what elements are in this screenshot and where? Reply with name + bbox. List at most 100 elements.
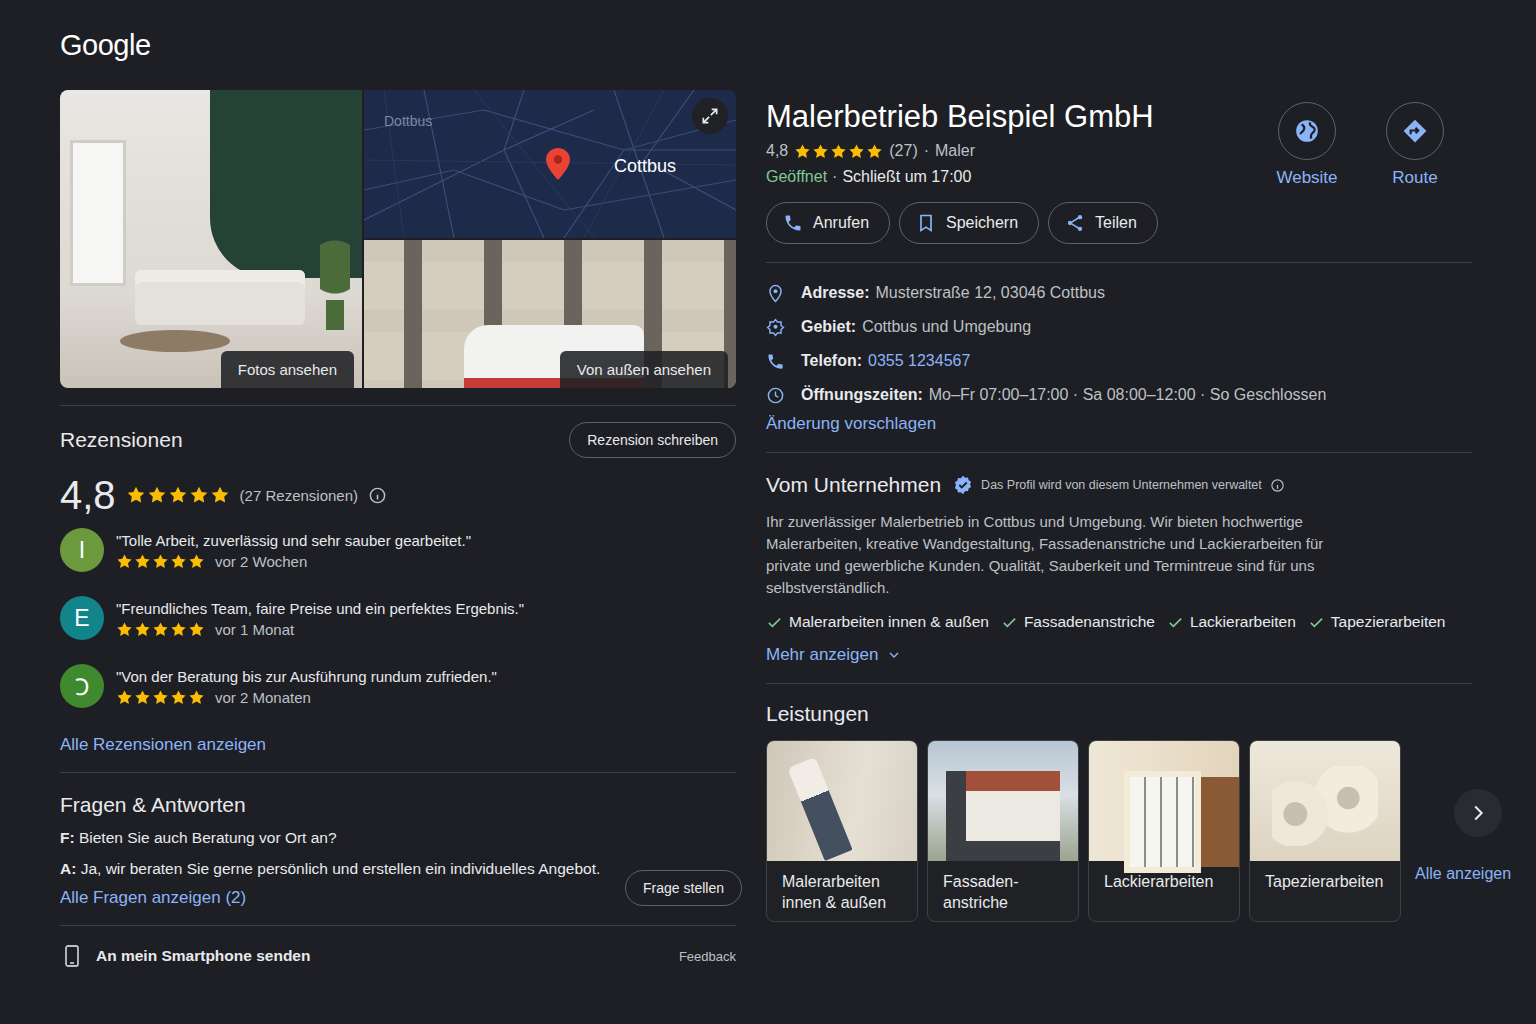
main: Fotos ansehen DottbusCottbus Von außen ans… — [0, 62, 1536, 968]
map-label: Dottbus — [384, 113, 432, 129]
star-icon — [170, 621, 187, 638]
info-row: Gebiet: Cottbus und Umgebung — [766, 310, 1510, 344]
star-icon — [147, 485, 167, 505]
review-meta: vor 2 Monaten — [116, 689, 497, 706]
business-profile-page: Google Fotos ansehen DottbusCottbus Von auß… — [0, 0, 1536, 1024]
review-text: "Freundliches Team, faire Preise und ein… — [116, 599, 524, 619]
star-icon — [189, 485, 209, 505]
map-canvas: DottbusCottbus — [364, 90, 736, 238]
star-icon — [188, 621, 205, 638]
write-review-button[interactable]: Rezension schreiben — [569, 422, 736, 458]
verified-note: Das Profil wird von diesem Unternehmen v… — [981, 478, 1262, 492]
show-more-label: Mehr anzeigen — [766, 645, 878, 665]
left-column: Fotos ansehen DottbusCottbus Von außen ans… — [60, 90, 736, 968]
action-button[interactable]: Speichern — [899, 202, 1039, 244]
expand-icon — [700, 106, 720, 126]
star-icon — [134, 621, 151, 638]
service-cards: Malerarbeiten innen & außenFassaden-anst… — [766, 740, 1401, 922]
star-icon — [116, 621, 133, 638]
interior-photo[interactable]: Fotos ansehen — [60, 90, 362, 388]
services-row: Malerarbeiten innen & außenFassaden-anst… — [766, 740, 1510, 922]
open-status: Geöffnet — [766, 168, 827, 185]
info-row: Telefon: 0355 1234567 — [766, 344, 1510, 378]
star-icon — [188, 689, 205, 706]
all-questions-link[interactable]: Alle Fragen anzeigen (2) — [60, 888, 246, 908]
review-time: vor 2 Wochen — [215, 553, 307, 570]
star-icon — [116, 689, 133, 706]
table — [120, 330, 230, 352]
feature-item: Lackierarbeiten — [1167, 613, 1296, 631]
phone-icon — [783, 213, 803, 233]
review-stars — [116, 621, 205, 638]
feature-label: Malerarbeiten innen & außen — [789, 613, 989, 631]
quick-action-circle — [1278, 102, 1336, 160]
street-photo[interactable]: Von außen ansehen — [364, 240, 736, 388]
info-label: Telefon: — [801, 352, 862, 370]
divider — [60, 405, 736, 406]
feature-label: Lackierarbeiten — [1190, 613, 1296, 631]
divider — [766, 262, 1472, 263]
review-time: vor 2 Monaten — [215, 689, 311, 706]
service-image-detail — [946, 771, 1060, 861]
star-icon — [188, 553, 205, 570]
review-meta: vor 1 Monat — [116, 621, 524, 638]
closing-time: Schließt um 17:00 — [842, 168, 971, 185]
ask-question-button[interactable]: Frage stellen — [625, 870, 742, 906]
map-pin-icon[interactable] — [546, 148, 570, 180]
reviewer-avatar: E — [60, 596, 104, 640]
review-stars — [116, 553, 205, 570]
review-item[interactable]: Ↄ"Von der Beratung bis zur Ausführung ru… — [60, 664, 736, 708]
service-card[interactable]: Tapezierarbeiten — [1249, 740, 1401, 922]
review-item[interactable]: E "Freundliches Team, faire Preise und ei… — [60, 596, 736, 640]
rating-stars — [126, 485, 230, 505]
service-label: Tapezierarbeiten — [1250, 861, 1400, 900]
google-logo[interactable]: Google — [60, 28, 151, 62]
all-reviews-link[interactable]: Alle Rezensionen anzeigen — [60, 735, 266, 755]
rating-summary: 4,8(27 Rezensionen) — [60, 472, 736, 518]
reviews-header: RezensionenRezension schreiben — [60, 422, 736, 458]
review-item[interactable]: I"Tolle Arbeit, zuverlässig und sehr sau… — [60, 528, 736, 572]
star-icon — [134, 553, 151, 570]
send-to-phone[interactable]: An mein Smartphone senden — [60, 944, 310, 968]
action-button[interactable]: Anrufen — [766, 202, 890, 244]
qa-section: Fragen & AntwortenF: Bieten Sie auch Ber… — [60, 791, 736, 908]
chevron-right-icon — [1467, 802, 1489, 824]
star-icon — [152, 553, 169, 570]
expand-map-button[interactable] — [692, 98, 728, 134]
service-image — [767, 741, 917, 861]
sofa — [135, 270, 305, 325]
action-button[interactable]: Teilen — [1048, 202, 1158, 244]
quick-action[interactable]: Website — [1276, 102, 1338, 188]
rating-value: 4,8 — [766, 142, 788, 160]
service-card[interactable]: Fassaden-anstriche — [927, 740, 1079, 922]
feedback-link[interactable]: Feedback — [679, 949, 736, 964]
service-image-detail — [1124, 771, 1201, 873]
map[interactable]: DottbusCottbus — [364, 90, 736, 238]
show-more-link[interactable]: Mehr anzeigen — [766, 645, 902, 665]
category: Maler — [935, 142, 975, 160]
outside-view-button[interactable]: Von außen ansehen — [560, 351, 728, 388]
next-button[interactable] — [1454, 789, 1502, 837]
star-icon — [848, 143, 865, 160]
info-label: Gebiet: — [801, 318, 856, 336]
quick-action[interactable]: Route — [1384, 102, 1446, 188]
feature-item: Malerarbeiten innen & außen — [766, 613, 989, 631]
action-label: Anrufen — [813, 214, 869, 232]
info-label: Öffnungszeiten: — [801, 386, 923, 404]
action-label: Speichern — [946, 214, 1018, 232]
about-title: Vom Unternehmen — [766, 471, 941, 499]
photos-button[interactable]: Fotos ansehen — [221, 351, 354, 388]
info-icon[interactable] — [1270, 478, 1285, 493]
globe-icon — [1294, 118, 1320, 144]
info-value: Cottbus und Umgebung — [862, 318, 1031, 336]
review-text: "Tolle Arbeit, zuverlässig und sehr saub… — [116, 531, 471, 551]
all-services-link[interactable]: Alle anzeigen — [1415, 865, 1511, 883]
star-icon — [170, 689, 187, 706]
service-card[interactable]: Malerarbeiten innen & außen — [766, 740, 918, 922]
info-icon[interactable] — [368, 486, 387, 505]
suggest-edit-link[interactable]: Änderung vorschlagen — [766, 414, 936, 434]
info-value[interactable]: 0355 1234567 — [868, 352, 970, 370]
info-row: Adresse:Musterstraße 12, 03046 Cottbus — [766, 276, 1510, 310]
review-body: "Von der Beratung bis zur Ausführung run… — [116, 667, 497, 706]
service-card[interactable]: Lackierarbeiten — [1088, 740, 1240, 922]
